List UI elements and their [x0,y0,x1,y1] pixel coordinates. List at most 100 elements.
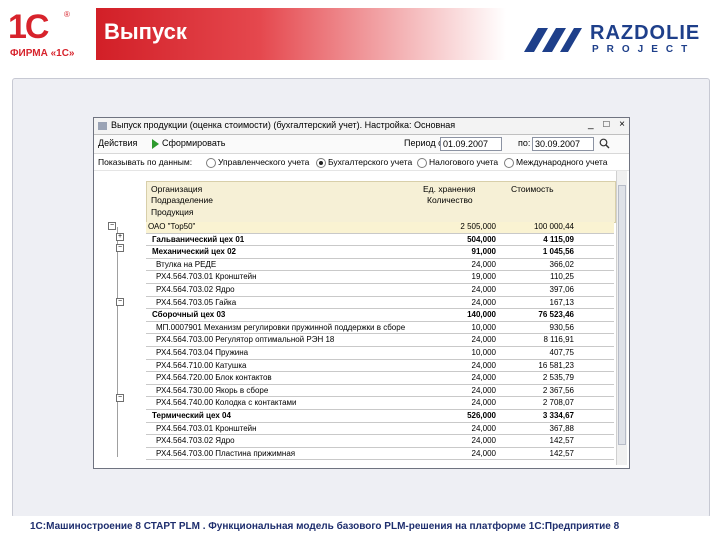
logo-1c: 1С ® ФИРМА «1С» [8,8,88,60]
radio-selected-icon[interactable] [316,157,326,168]
cell-name: РХ4.564.703.00 Пластина прижимная [156,448,296,458]
slide-title-bar: Выпуск [96,8,506,60]
cell-qty: 24,000 [471,360,496,370]
cell-qty: 140,000 [467,310,496,320]
cell-name: РХ4.564.730.00 Якорь в сборе [156,385,269,395]
table-row[interactable]: ОАО "Тор50" 2 505,000 100 000,44 [146,222,614,234]
header-dept: Подразделение [151,195,213,205]
collapse-icon[interactable]: − [116,394,124,402]
header-org: Организация [151,184,203,194]
option-international[interactable]: Международного учета [504,157,607,168]
cell-name: РХ4.564.703.01 Кронштейн [156,423,257,433]
cell-qty: 10,000 [471,348,496,357]
radio-icon[interactable] [417,157,427,168]
cell-name: РХ4.564.703.04 Пружина [156,348,249,357]
option-label: Международного учета [516,157,608,167]
cell-cost: 8 116,91 [543,335,574,345]
cell-name: РХ4.564.703.02 Ядро [156,436,235,446]
search-icon[interactable] [599,138,610,149]
cell-name: ОАО "Тор50" [148,222,196,231]
cell-cost: 3 334,67 [542,411,574,420]
cell-cost: 142,57 [549,436,574,446]
table-row[interactable]: РХ4.564.703.02 Ядро 24,000 142,57 [146,436,614,448]
slide-header: 1С ® ФИРМА «1С» Выпуск RAZDOLIE PROJECT [0,0,720,66]
table-row[interactable]: Втулка на РЕДЕ 24,000 366,02 [146,260,614,272]
cell-qty: 19,000 [471,272,496,282]
footer-text: 1С:Машиностроение 8 СТАРТ PLM . Функцион… [30,521,620,532]
table-row[interactable]: РХ4.564.703.00 Регулятор оптимальной РЭН… [146,335,614,348]
cell-cost: 167,13 [549,297,574,307]
table-row[interactable]: РХ4.564.703.01 Кронштейн 19,000 110,25 [146,272,614,285]
cell-cost: 2 367,56 [542,385,574,395]
slide-title: Выпуск [104,19,187,44]
table-row[interactable]: Гальванический цех 01 504,000 4 115,09 [146,235,614,247]
cell-name: МП.0007901 Механизм регулировки пружинно… [156,322,406,332]
cell-name: Втулка на РЕДЕ [156,259,217,269]
table-row[interactable]: РХ4.564.703.00 Пластина прижимная 24,000 1… [146,449,614,461]
table-row[interactable]: РХ4.564.703.05 Гайка 24,000 167,13 [146,298,614,310]
option-management[interactable]: Управленческого учета [206,157,309,168]
cell-cost: 142,57 [549,448,574,458]
table-row[interactable]: Термический цех 04 526,000 3 334,67 [146,411,614,423]
radio-icon[interactable] [206,157,216,168]
table-row[interactable]: РХ4.564.703.04 Пружина 10,000 407,75 [146,348,614,360]
window-title-bar: Выпуск продукции (оценка стоимости) (бух… [94,118,629,135]
cell-qty: 2 505,000 [460,222,496,231]
header-cost: Стоимость [511,184,554,194]
cell-name: РХ4.564.740.00 Колодка с контактами [156,398,297,408]
cell-qty: 504,000 [467,234,496,244]
cell-qty: 24,000 [471,373,496,383]
report-header: Организация Подразделение Продукция Ед. … [146,181,616,223]
table-row[interactable]: Сборочный цех 03 140,000 76 523,46 [146,310,614,322]
cell-qty: 24,000 [471,385,496,395]
table-row[interactable]: РХ4.564.720.00 Блок контактов 24,000 2 535… [146,373,614,385]
scrollbar-thumb[interactable] [618,185,626,445]
close-button[interactable]: × [619,119,625,130]
cell-name: РХ4.564.703.02 Ядро [156,285,235,294]
minimize-button[interactable]: _ [588,119,594,130]
date-from-field[interactable]: 01.09.2007 [440,137,502,151]
expand-icon[interactable]: + [116,233,124,241]
option-tax[interactable]: Налогового учета [417,157,498,168]
razdolie-mark-icon [524,28,582,52]
cell-cost: 366,02 [549,259,574,269]
cell-qty: 24,000 [471,398,496,408]
maximize-button[interactable]: □ [603,119,609,130]
table-row[interactable]: Механический цех 02 91,000 1 045,56 [146,247,614,259]
actions-menu[interactable]: Действия [98,138,137,148]
window-controls: _ □ × [581,119,625,130]
cell-qty: 24,000 [471,335,496,345]
table-row[interactable]: РХ4.564.730.00 Якорь в сборе 24,000 2 367,… [146,386,614,398]
option-accounting[interactable]: Бухгалтерского учета [316,157,412,168]
logo-1c-company: ФИРМА «1С» [10,48,75,59]
window-title: Выпуск продукции (оценка стоимости) (бух… [111,120,456,130]
toolbar: Действия Сформировать Период с: 01.09.20… [94,135,629,154]
table-row[interactable]: РХ4.564.703.02 Ядро 24,000 397,06 [146,285,614,297]
table-row[interactable]: РХ4.564.703.01 Кронштейн 24,000 367,88 [146,424,614,436]
cell-qty: 91,000 [471,247,496,257]
header-product: Продукция [151,207,194,217]
collapse-icon[interactable]: − [116,244,124,252]
data-source-options: Показывать по данным: Управленческого уч… [94,154,629,171]
cell-name: РХ4.564.710.00 Катушка [156,360,247,370]
radio-icon[interactable] [504,157,514,168]
cell-qty: 24,000 [471,259,496,269]
cell-qty: 526,000 [467,411,496,420]
registered-mark: ® [64,10,70,19]
period-label: Период с: [404,138,446,148]
date-to-field[interactable]: 30.09.2007 [532,137,594,151]
tree-gutter: − + − − − [104,221,144,461]
cell-name: Сборочный цех 03 [152,310,226,320]
table-row[interactable]: МП.0007901 Механизм регулировки пружинно… [146,323,614,335]
cell-cost: 397,06 [549,285,574,294]
options-label: Показывать по данным: [98,157,193,167]
report-window: Выпуск продукции (оценка стоимости) (бух… [93,117,630,469]
logo-1c-mark: 1С [8,8,49,46]
vertical-scrollbar[interactable] [616,171,627,465]
table-row[interactable]: РХ4.564.710.00 Катушка 24,000 16 581,23 [146,361,614,373]
tree-line [117,227,118,457]
collapse-icon[interactable]: − [116,298,124,306]
table-row[interactable]: РХ4.564.740.00 Колодка с контактами 24,00… [146,398,614,411]
generate-button[interactable]: Сформировать [162,138,225,148]
collapse-icon[interactable]: − [108,222,116,230]
